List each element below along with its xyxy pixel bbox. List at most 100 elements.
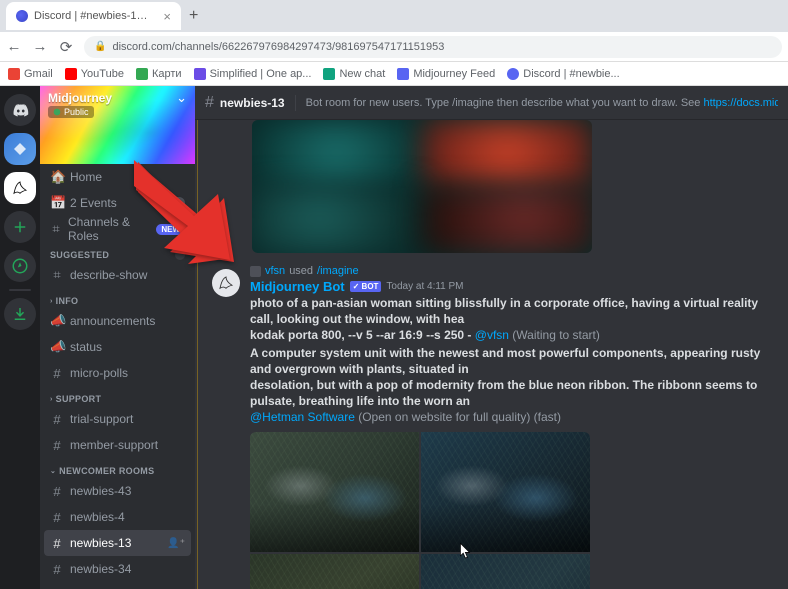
channel-sidebar: Midjourney ⌄ Public 🏠 Home 📅 2 Events 2 … <box>40 86 195 589</box>
bookmark-newchat[interactable]: New chat <box>323 68 385 80</box>
channel-topbar: # newbies-13 Bot room for new users. Typ… <box>195 86 788 120</box>
mention-hetman[interactable]: @Hetman Software <box>250 410 355 424</box>
channel-describe-show[interactable]: ⌗ describe-show <box>44 262 191 288</box>
bookmark-mj-feed[interactable]: Midjourney Feed <box>397 68 495 80</box>
channel-topic[interactable]: Bot room for new users. Type /imagine th… <box>306 97 778 109</box>
channel-announcements[interactable]: 📣announcements <box>44 308 191 334</box>
calendar-icon: 📅 <box>50 195 64 211</box>
new-badge: NEW <box>156 224 185 235</box>
category-newcomer-rooms-2[interactable]: ⌄NEWCOMER ROOMS 2 <box>44 582 191 589</box>
message: vfsn used /imagine Midjourney Bot ✓ BOT … <box>212 263 774 589</box>
discord-app: Midjourney ⌄ Public 🏠 Home 📅 2 Events 2 … <box>0 86 788 589</box>
close-category-icon[interactable] <box>175 250 185 260</box>
download-button[interactable] <box>4 298 36 330</box>
separator <box>295 95 296 111</box>
server-name: Midjourney <box>48 91 112 105</box>
browse-icon: ⌗ <box>50 221 62 237</box>
bookmark-icon <box>65 68 77 80</box>
logo-icon <box>11 140 29 158</box>
message-text-1: photo of a pan-asian woman sitting bliss… <box>250 295 774 344</box>
grid-quad-4 <box>421 554 590 589</box>
generation-grid[interactable] <box>250 432 590 589</box>
announce-icon: 📣 <box>50 339 64 355</box>
verified-icon <box>53 108 61 116</box>
lock-icon: 🔒 <box>94 41 106 52</box>
bookmark-gmail[interactable]: Gmail <box>8 68 53 80</box>
explore-button[interactable] <box>4 250 36 282</box>
download-icon <box>11 305 29 323</box>
events-count-badge: 2 <box>172 197 185 210</box>
prev-generation-thumb[interactable] <box>252 120 592 253</box>
back-button[interactable]: ← <box>6 38 22 55</box>
midjourney-icon <box>11 179 29 197</box>
channel-trial-support[interactable]: #trial-support <box>44 406 191 432</box>
nav-toolbar: ← → ⟳ 🔒 discord.com/channels/66226797698… <box>0 32 788 62</box>
topic-link[interactable]: https://docs.midjourney.com/ <box>703 97 778 109</box>
category-info[interactable]: ›INFO <box>44 288 191 308</box>
caret-icon: › <box>50 298 53 305</box>
add-server-button[interactable] <box>4 211 36 243</box>
grid-quad-3 <box>250 554 419 589</box>
nav-events[interactable]: 📅 2 Events 2 <box>44 190 191 216</box>
rail-separator <box>9 289 31 291</box>
home-icon: 🏠 <box>50 169 64 185</box>
bookmark-youtube[interactable]: YouTube <box>65 68 124 80</box>
grid-quad-1 <box>250 432 419 553</box>
discord-favicon <box>16 10 28 22</box>
bookmarks-bar: Gmail YouTube Карти Simplified | One ap.… <box>0 62 788 86</box>
bookmark-icon <box>323 68 335 80</box>
channel-newbies-13-selected[interactable]: #newbies-13👤⁺ <box>44 530 191 556</box>
reload-button[interactable]: ⟳ <box>58 38 74 56</box>
bot-badge: ✓ BOT <box>350 281 382 292</box>
tab-strip: Discord | #newbies-13 | Midjo... × + <box>0 0 788 32</box>
address-bar[interactable]: 🔒 discord.com/channels/66226797698429747… <box>84 36 782 58</box>
nav-channels-roles[interactable]: ⌗ Channels & Roles NEW <box>44 216 191 242</box>
message-header: Midjourney Bot ✓ BOT Today at 4:11 PM <box>250 279 774 294</box>
used-by-user[interactable]: vfsn <box>265 265 285 277</box>
mention-vfsn[interactable]: @vfsn <box>475 328 509 342</box>
compass-icon <box>11 257 29 275</box>
create-invite-icon[interactable]: 👤⁺ <box>167 538 185 549</box>
browser-tab[interactable]: Discord | #newbies-13 | Midjo... × <box>6 2 181 30</box>
server-header[interactable]: Midjourney ⌄ Public <box>40 86 195 164</box>
bookmark-icon <box>8 68 20 80</box>
bookmark-icon <box>194 68 206 80</box>
channel-status[interactable]: 📣status <box>44 334 191 360</box>
bookmark-simplified[interactable]: Simplified | One ap... <box>194 68 312 80</box>
tab-title: Discord | #newbies-13 | Midjo... <box>34 10 153 22</box>
channel-newbies-4[interactable]: #newbies-4 <box>44 504 191 530</box>
channel-scroll[interactable]: 🏠 Home 📅 2 Events 2 ⌗ Channels & Roles N… <box>40 164 195 589</box>
close-tab-icon[interactable]: × <box>163 9 171 24</box>
bookmark-discord[interactable]: Discord | #newbie... <box>507 68 619 80</box>
bookmark-maps[interactable]: Карти <box>136 68 182 80</box>
new-tab-button[interactable]: + <box>181 7 206 25</box>
bot-avatar[interactable] <box>212 269 240 297</box>
bookmark-icon <box>397 68 409 80</box>
channel-member-support[interactable]: #member-support <box>44 432 191 458</box>
category-suggested[interactable]: SUGGESTED <box>44 242 191 262</box>
category-support[interactable]: ›SUPPORT <box>44 386 191 406</box>
guild-midjourney[interactable] <box>4 172 36 204</box>
discord-icon <box>11 101 29 119</box>
hash-icon: # <box>50 510 64 525</box>
public-badge: Public <box>48 106 94 118</box>
nav-home[interactable]: 🏠 Home <box>44 164 191 190</box>
hash-icon: # <box>205 94 214 112</box>
hash-icon: # <box>50 536 64 551</box>
author-name[interactable]: Midjourney Bot <box>250 279 345 294</box>
category-newcomer-rooms[interactable]: ⌄NEWCOMER ROOMS <box>44 458 191 478</box>
hash-icon: # <box>50 412 64 427</box>
channel-name: newbies-13 <box>220 96 285 110</box>
messages-scroll[interactable]: vfsn used /imagine Midjourney Bot ✓ BOT … <box>197 120 788 589</box>
channel-newbies-34[interactable]: #newbies-34 <box>44 556 191 582</box>
slash-command[interactable]: /imagine <box>317 265 359 277</box>
hash-icon: # <box>50 438 64 453</box>
midjourney-icon <box>217 274 235 292</box>
hash-icon: # <box>50 366 64 381</box>
channel-micro-polls[interactable]: #micro-polls <box>44 360 191 386</box>
guild-other[interactable] <box>4 133 36 165</box>
forward-button[interactable]: → <box>32 38 48 55</box>
channel-newbies-43[interactable]: #newbies-43 <box>44 478 191 504</box>
dm-button[interactable] <box>4 94 36 126</box>
command-used-line: vfsn used /imagine <box>250 265 774 277</box>
